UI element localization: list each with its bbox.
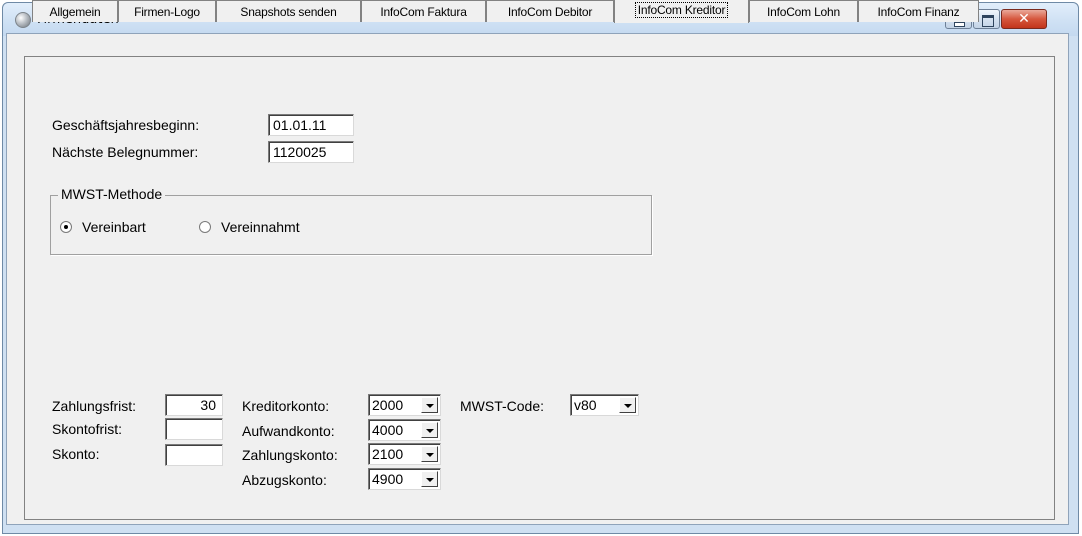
mwst-code-value: v80 bbox=[574, 397, 597, 413]
tab-label: InfoCom Faktura bbox=[380, 5, 467, 19]
chevron-down-icon[interactable] bbox=[421, 397, 438, 413]
tab-infocom-faktura[interactable]: InfoCom Faktura bbox=[361, 0, 486, 22]
naechste-belegnummer-field[interactable]: 1120025 bbox=[268, 141, 354, 163]
vereinnahmt-radio[interactable] bbox=[199, 221, 211, 233]
naechste-belegnummer-label: Nächste Belegnummer: bbox=[52, 144, 199, 160]
aufwandkonto-label: Aufwandkonto: bbox=[242, 423, 335, 439]
kreditorkonto-dropdown[interactable]: 2000 bbox=[368, 394, 441, 416]
tab-allgemein[interactable]: Allgemein bbox=[32, 0, 118, 22]
zahlungskonto-value: 2100 bbox=[372, 446, 404, 462]
skonto-field[interactable] bbox=[165, 444, 223, 466]
tab-infocom-kreditor[interactable]: InfoCom Kreditor bbox=[614, 0, 749, 23]
window-bottom-border bbox=[6, 526, 1069, 531]
tab-infocom-debitor[interactable]: InfoCom Debitor bbox=[486, 0, 614, 22]
geschaeftsjahresbeginn-label: Geschäftsjahresbeginn: bbox=[52, 117, 200, 133]
mwst-code-label: MWST-Code: bbox=[460, 398, 545, 414]
kreditorkonto-label: Kreditorkonto: bbox=[242, 398, 330, 414]
mwst-methode-legend: MWST-Methode bbox=[58, 186, 166, 202]
tab-label: InfoCom Debitor bbox=[507, 5, 593, 19]
abzugskonto-value: 4900 bbox=[372, 471, 404, 487]
chevron-down-icon[interactable] bbox=[421, 422, 438, 438]
abzugskonto-dropdown[interactable]: 4900 bbox=[368, 468, 441, 490]
zahlungsfrist-label: Zahlungsfrist: bbox=[52, 398, 137, 414]
tab-infocom-finanz[interactable]: InfoCom Finanz bbox=[858, 0, 979, 22]
abzugskonto-label: Abzugskonto: bbox=[242, 472, 327, 488]
chevron-down-icon[interactable] bbox=[421, 471, 438, 487]
vereinbart-radio[interactable] bbox=[60, 221, 72, 233]
tab-snapshots-senden[interactable]: Snapshots senden bbox=[216, 0, 361, 22]
app-globe-icon[interactable] bbox=[15, 12, 31, 28]
vereinbart-label[interactable]: Vereinbart bbox=[82, 219, 146, 235]
skontofrist-label: Skontofrist: bbox=[52, 421, 123, 437]
skonto-label: Skonto: bbox=[52, 446, 100, 462]
zahlungskonto-dropdown[interactable]: 2100 bbox=[368, 443, 441, 465]
tab-label: InfoCom Kreditor bbox=[634, 2, 729, 18]
close-icon: ✕ bbox=[1018, 11, 1030, 27]
close-button[interactable]: ✕ bbox=[1001, 9, 1047, 29]
aufwandkonto-value: 4000 bbox=[372, 422, 404, 438]
chevron-down-icon[interactable] bbox=[619, 397, 636, 413]
aufwandkonto-dropdown[interactable]: 4000 bbox=[368, 419, 441, 441]
zahlungsfrist-field[interactable]: 30 bbox=[165, 394, 223, 416]
tab-label: InfoCom Finanz bbox=[877, 5, 960, 19]
tab-label: Firmen-Logo bbox=[134, 5, 200, 19]
mwst-code-dropdown[interactable]: v80 bbox=[570, 394, 639, 416]
geschaeftsjahresbeginn-field[interactable]: 01.01.11 bbox=[268, 114, 354, 136]
tab-label: Allgemein bbox=[49, 5, 101, 19]
tab-firmen-logo[interactable]: Firmen-Logo bbox=[118, 0, 216, 22]
vereinnahmt-label[interactable]: Vereinnahmt bbox=[221, 219, 300, 235]
tab-label: Snapshots senden bbox=[240, 5, 337, 19]
tab-infocom-lohn[interactable]: InfoCom Lohn bbox=[749, 0, 858, 22]
kreditorkonto-value: 2000 bbox=[372, 397, 404, 413]
tab-label: InfoCom Lohn bbox=[767, 5, 840, 19]
chevron-down-icon[interactable] bbox=[421, 446, 438, 462]
skontofrist-field[interactable] bbox=[165, 418, 223, 440]
zahlungskonto-label: Zahlungskonto: bbox=[242, 447, 338, 463]
